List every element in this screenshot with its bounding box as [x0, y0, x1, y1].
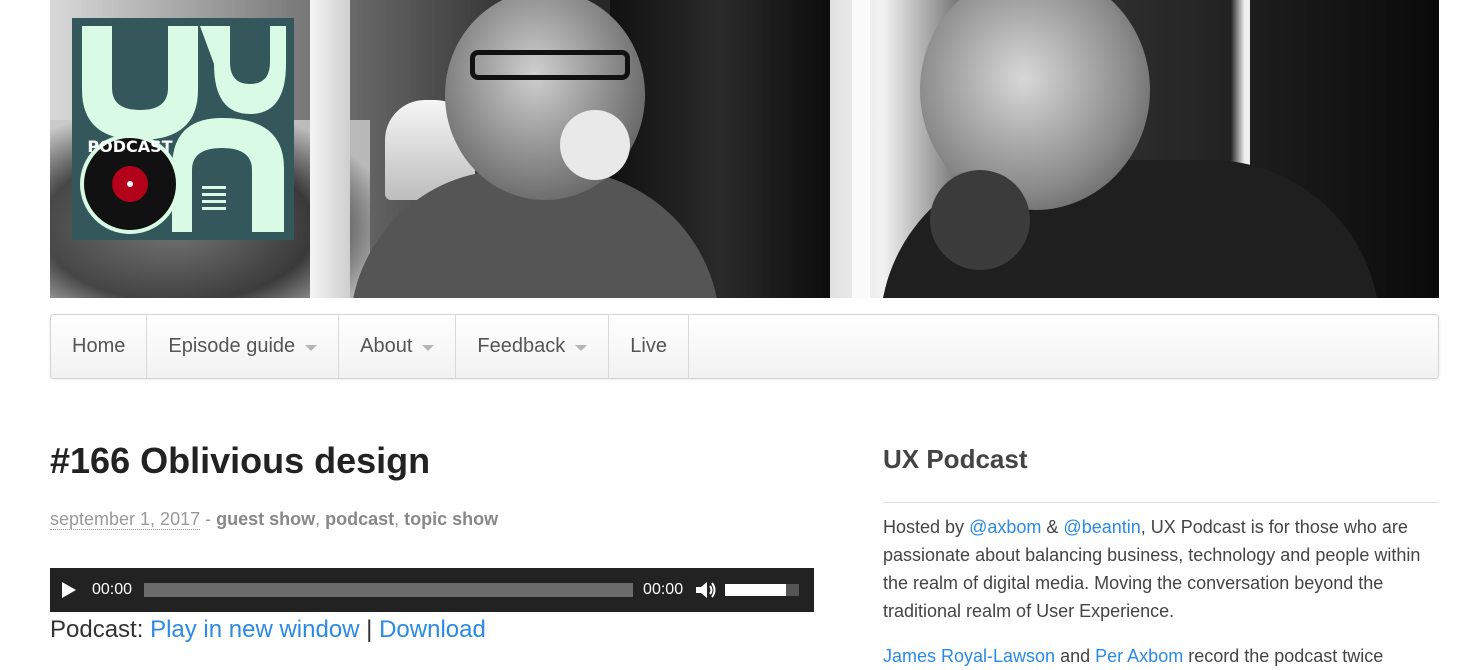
progress-track[interactable] — [144, 583, 634, 597]
tag-link-guest-show[interactable]: guest show — [216, 509, 315, 529]
audio-player: 00:00 00:00 — [50, 568, 814, 612]
sidebar-description: Hosted by @axbom & @beantin, UX Podcast … — [883, 513, 1443, 625]
duration-time: 00:00 — [643, 581, 684, 598]
ux-podcast-logo[interactable]: PODCAST — [72, 18, 294, 240]
paragraph-2-text: record the podcast twice — [1188, 646, 1384, 666]
nav-item-about[interactable]: About — [339, 315, 457, 378]
nav-item-live[interactable]: Live — [609, 315, 689, 378]
host-link-axbom[interactable]: @axbom — [969, 517, 1041, 537]
tag-link-topic-show[interactable]: topic show — [404, 509, 498, 529]
amp-text: & — [1046, 517, 1059, 537]
host-name-link-1[interactable]: James Royal-Lawson — [883, 646, 1055, 666]
play-in-new-window-link[interactable]: Play in new window — [150, 616, 359, 643]
post-date: september 1, 2017 — [50, 509, 201, 530]
volume-level — [725, 584, 786, 596]
description-text: , UX Podcast is for those who are passio… — [883, 517, 1421, 621]
nav-item-feedback[interactable]: Feedback — [456, 315, 610, 378]
post-title[interactable]: #166 Oblivious design — [50, 440, 430, 482]
meta-separator: - — [200, 509, 217, 529]
volume-slider[interactable] — [725, 584, 800, 596]
caret-down-icon — [305, 344, 318, 351]
download-link[interactable]: Download — [379, 616, 486, 643]
and-text: and — [1060, 646, 1091, 666]
volume-icon[interactable] — [695, 580, 717, 600]
caret-down-icon — [422, 344, 435, 351]
sidebar-divider — [883, 502, 1439, 503]
nav-item-episode-guide[interactable]: Episode guide — [147, 315, 340, 378]
main-navbar: Home Episode guide About Feedback Live — [50, 314, 1439, 379]
sidebar-title: UX Podcast — [883, 444, 1028, 474]
hosted-by-label: Hosted by — [883, 517, 965, 537]
host-name-link-2[interactable]: Per Axbom — [1095, 646, 1183, 666]
podcast-links: Podcast: Play in new window | Download — [50, 616, 486, 644]
play-icon[interactable] — [62, 582, 76, 598]
sidebar-paragraph-2: James Royal-Lawson and Per Axbom record … — [883, 642, 1443, 670]
nav-item-label: Feedback — [477, 335, 566, 357]
nav-item-label: Home — [72, 335, 126, 357]
caret-down-icon — [575, 344, 588, 351]
tag-link-podcast[interactable]: podcast — [325, 509, 394, 529]
host-link-beantin[interactable]: @beantin — [1063, 517, 1140, 537]
post-meta: september 1, 2017 - guest show, podcast,… — [50, 509, 499, 530]
current-time: 00:00 — [92, 581, 133, 598]
nav-item-label: Episode guide — [168, 335, 296, 357]
podcast-label: Podcast: — [50, 616, 144, 643]
logo-badge-text: PODCAST — [87, 137, 172, 156]
link-separator: | — [366, 616, 373, 643]
nav-item-label: About — [360, 335, 413, 357]
nav-item-home[interactable]: Home — [51, 315, 148, 378]
nav-item-label: Live — [630, 335, 667, 357]
